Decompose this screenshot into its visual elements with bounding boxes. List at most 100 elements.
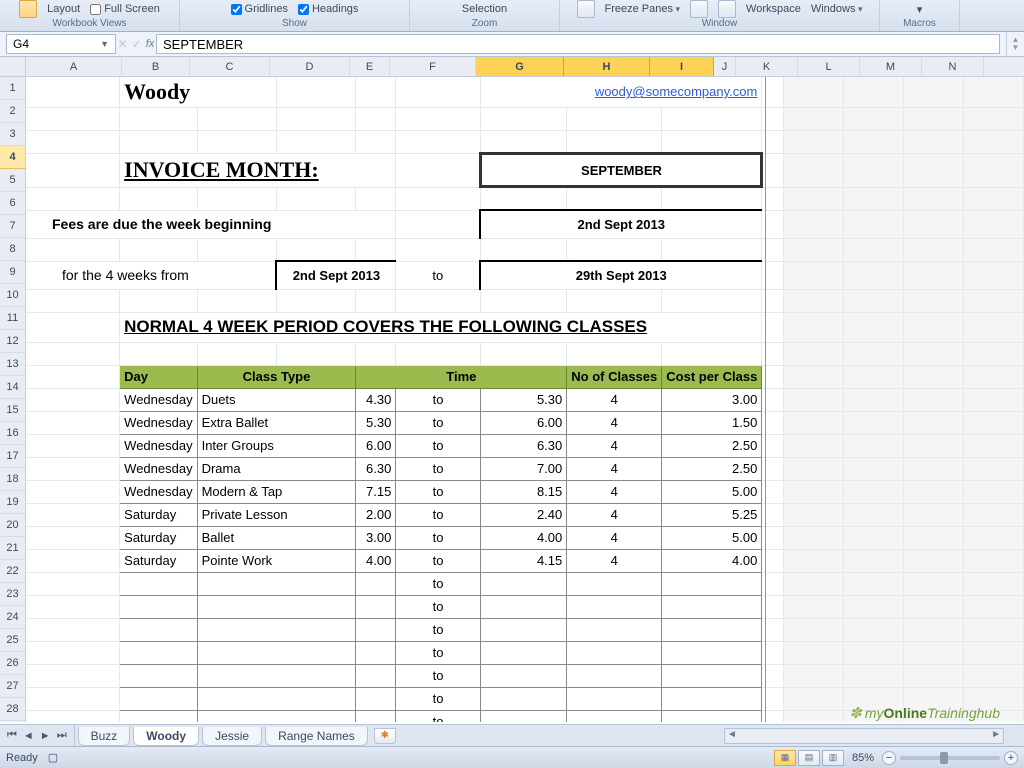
tab-last-icon[interactable]: ⏭	[54, 729, 70, 742]
worksheet-grid[interactable]: 1234567891011121314151617181920212223242…	[0, 57, 1024, 722]
row-header-16[interactable]: 16	[0, 422, 25, 445]
gridlines-toggle[interactable]: Gridlines	[231, 3, 288, 15]
column-headers[interactable]: ABCDEFGHIJKLMN	[26, 57, 1024, 77]
sheet-tab-bar: ⏮ ◄ ► ⏭ BuzzWoodyJessieRange Names ✱	[0, 724, 1024, 746]
row-header-28[interactable]: 28	[0, 698, 25, 721]
cancel-icon[interactable]: ✕	[118, 37, 128, 51]
enter-icon[interactable]: ✓	[132, 37, 142, 51]
leaf-icon: ✽	[849, 704, 862, 722]
fx-buttons: ✕ ✓ fx	[116, 32, 156, 56]
row-header-18[interactable]: 18	[0, 468, 25, 491]
row-header-15[interactable]: 15	[0, 399, 25, 422]
group-label-window: Window	[702, 18, 738, 31]
fx-icon[interactable]: fx	[146, 38, 155, 50]
col-header-E[interactable]: E	[350, 57, 390, 76]
custom-view-icon[interactable]	[19, 0, 37, 18]
sheet-tab-jessie[interactable]: Jessie	[202, 727, 262, 746]
sheet-tab-range-names[interactable]: Range Names	[265, 727, 368, 746]
tab-next-icon[interactable]: ►	[37, 730, 54, 742]
freeze-line-vertical	[765, 77, 766, 722]
col-header-D[interactable]: D	[270, 57, 350, 76]
row-header-10[interactable]: 10	[0, 284, 25, 307]
row-header-19[interactable]: 19	[0, 491, 25, 514]
ribbon: Layout Full Screen Workbook Views Gridli…	[0, 0, 1024, 32]
new-sheet-button[interactable]: ✱	[374, 728, 396, 744]
row-header-17[interactable]: 17	[0, 445, 25, 468]
zoom-in-button[interactable]: +	[1004, 751, 1018, 765]
row-header-4[interactable]: 4	[0, 146, 25, 169]
tab-first-icon[interactable]: ⏮	[4, 729, 20, 742]
row-header-24[interactable]: 24	[0, 606, 25, 629]
formula-bar: G4▼ ✕ ✓ fx SEPTEMBER ▲▼	[0, 32, 1024, 57]
tab-nav[interactable]: ⏮ ◄ ► ⏭	[0, 725, 75, 746]
col-header-N[interactable]: N	[922, 57, 984, 76]
row-header-22[interactable]: 22	[0, 560, 25, 583]
chevron-down-icon[interactable]: ▼	[100, 39, 109, 49]
col-header-B[interactable]: B	[122, 57, 190, 76]
freeze-icon	[577, 0, 595, 18]
view-layout-button[interactable]: ▤	[798, 750, 820, 766]
col-header-K[interactable]: K	[736, 57, 798, 76]
row-header-9[interactable]: 9	[0, 261, 25, 284]
watermark-logo: ✽ myOnlineTraininghub	[849, 704, 1000, 722]
zoom-selection-button[interactable]: Selection	[462, 3, 507, 15]
row-header-21[interactable]: 21	[0, 537, 25, 560]
col-header-A[interactable]: A	[26, 57, 122, 76]
group-label-zoom: Zoom	[472, 18, 498, 31]
col-header-F[interactable]: F	[390, 57, 476, 76]
fullscreen-toggle[interactable]: Full Screen	[90, 3, 160, 15]
col-header-M[interactable]: M	[860, 57, 922, 76]
col-header-I[interactable]: I	[650, 57, 714, 76]
status-bar: Ready ▢ ▦ ▤ ▥ 85% − +	[0, 746, 1024, 768]
sheet-tab-woody[interactable]: Woody	[133, 727, 199, 746]
formula-expand[interactable]: ▲▼	[1006, 32, 1024, 56]
row-header-6[interactable]: 6	[0, 192, 25, 215]
name-box[interactable]: G4▼	[6, 34, 116, 54]
row-header-12[interactable]: 12	[0, 330, 25, 353]
row-header-8[interactable]: 8	[0, 238, 25, 261]
col-header-J[interactable]: J	[714, 57, 736, 76]
tab-prev-icon[interactable]: ◄	[20, 730, 37, 742]
macros-button[interactable]: ▾	[917, 3, 923, 16]
group-label-views: Workbook Views	[52, 18, 126, 31]
view-pagebreak-button[interactable]: ▥	[822, 750, 844, 766]
col-header-G[interactable]: G	[476, 57, 564, 76]
zoom-slider[interactable]	[900, 756, 1000, 760]
row-header-20[interactable]: 20	[0, 514, 25, 537]
view-normal-button[interactable]: ▦	[774, 750, 796, 766]
save-workspace-button[interactable]: Workspace	[746, 3, 801, 15]
row-header-2[interactable]: 2	[0, 100, 25, 123]
row-header-7[interactable]: 7	[0, 215, 25, 238]
row-header-25[interactable]: 25	[0, 629, 25, 652]
row-header-3[interactable]: 3	[0, 123, 25, 146]
row-header-1[interactable]: 1	[0, 77, 25, 100]
row-header-26[interactable]: 26	[0, 652, 25, 675]
hide-icon[interactable]	[718, 0, 736, 18]
row-header-5[interactable]: 5	[0, 169, 25, 192]
group-label-show: Show	[282, 18, 307, 31]
active-cell[interactable]: SEPTEMBER	[480, 153, 762, 187]
row-header-13[interactable]: 13	[0, 353, 25, 376]
select-all-corner[interactable]	[0, 57, 25, 77]
freeze-panes-button[interactable]: Freeze Panes	[605, 3, 681, 15]
col-header-H[interactable]: H	[564, 57, 650, 76]
row-headers[interactable]: 1234567891011121314151617181920212223242…	[0, 57, 26, 722]
split-icon[interactable]	[690, 0, 708, 18]
layout-button[interactable]: Layout	[47, 3, 80, 15]
col-header-L[interactable]: L	[798, 57, 860, 76]
formula-input[interactable]: SEPTEMBER	[156, 34, 1000, 54]
group-label-macros: Macros	[903, 18, 936, 31]
horizontal-scrollbar[interactable]	[724, 728, 1004, 744]
row-header-23[interactable]: 23	[0, 583, 25, 606]
status-ready: Ready	[6, 752, 38, 764]
zoom-out-button[interactable]: −	[882, 751, 896, 765]
col-header-C[interactable]: C	[190, 57, 270, 76]
switch-windows-button[interactable]: Windows	[811, 3, 863, 15]
headings-toggle[interactable]: Headings	[298, 3, 358, 15]
row-header-27[interactable]: 27	[0, 675, 25, 698]
zoom-level[interactable]: 85%	[852, 752, 874, 764]
row-header-11[interactable]: 11	[0, 307, 25, 330]
macro-record-icon[interactable]: ▢	[48, 751, 58, 764]
sheet-tab-buzz[interactable]: Buzz	[78, 727, 131, 746]
row-header-14[interactable]: 14	[0, 376, 25, 399]
